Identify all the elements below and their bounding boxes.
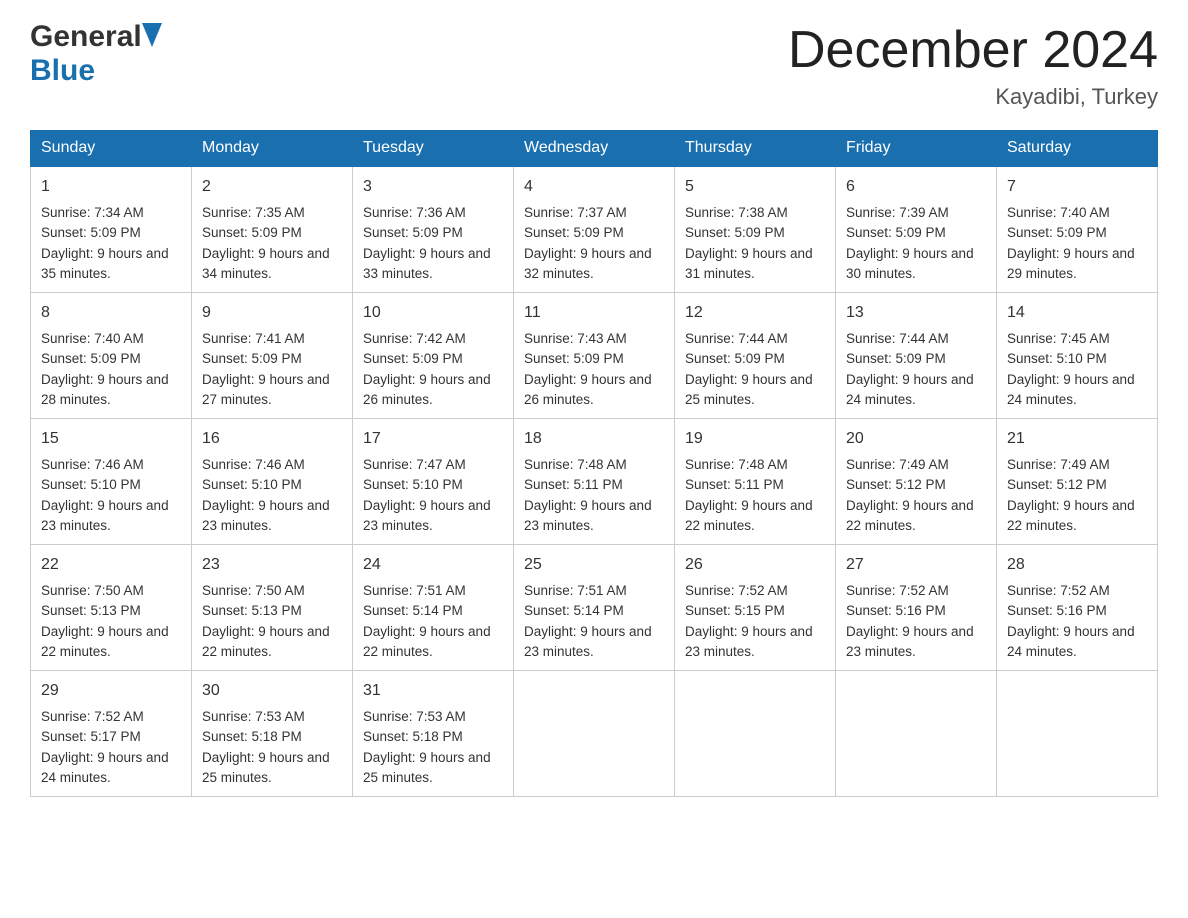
- calendar-cell: 24Sunrise: 7:51 AMSunset: 5:14 PMDayligh…: [353, 545, 514, 671]
- calendar-cell: 31Sunrise: 7:53 AMSunset: 5:18 PMDayligh…: [353, 671, 514, 797]
- calendar-cell: 5Sunrise: 7:38 AMSunset: 5:09 PMDaylight…: [675, 166, 836, 293]
- day-number: 29: [41, 679, 181, 703]
- header-monday: Monday: [192, 131, 353, 167]
- calendar-table: SundayMondayTuesdayWednesdayThursdayFrid…: [30, 130, 1158, 797]
- day-number: 24: [363, 553, 503, 577]
- day-number: 10: [363, 301, 503, 325]
- day-number: 9: [202, 301, 342, 325]
- calendar-cell: 12Sunrise: 7:44 AMSunset: 5:09 PMDayligh…: [675, 293, 836, 419]
- day-number: 27: [846, 553, 986, 577]
- day-number: 7: [1007, 175, 1147, 199]
- week-row-3: 15Sunrise: 7:46 AMSunset: 5:10 PMDayligh…: [31, 419, 1158, 545]
- calendar-cell: [836, 671, 997, 797]
- calendar-cell: 14Sunrise: 7:45 AMSunset: 5:10 PMDayligh…: [997, 293, 1158, 419]
- calendar-cell: 22Sunrise: 7:50 AMSunset: 5:13 PMDayligh…: [31, 545, 192, 671]
- day-number: 20: [846, 427, 986, 451]
- day-number: 31: [363, 679, 503, 703]
- calendar-cell: [514, 671, 675, 797]
- calendar-cell: 18Sunrise: 7:48 AMSunset: 5:11 PMDayligh…: [514, 419, 675, 545]
- day-number: 26: [685, 553, 825, 577]
- logo-blue-text: Blue: [30, 54, 95, 87]
- calendar-cell: 25Sunrise: 7:51 AMSunset: 5:14 PMDayligh…: [514, 545, 675, 671]
- week-row-1: 1Sunrise: 7:34 AMSunset: 5:09 PMDaylight…: [31, 166, 1158, 293]
- calendar-cell: 29Sunrise: 7:52 AMSunset: 5:17 PMDayligh…: [31, 671, 192, 797]
- calendar-cell: 6Sunrise: 7:39 AMSunset: 5:09 PMDaylight…: [836, 166, 997, 293]
- day-number: 13: [846, 301, 986, 325]
- day-number: 25: [524, 553, 664, 577]
- day-number: 17: [363, 427, 503, 451]
- calendar-header-row: SundayMondayTuesdayWednesdayThursdayFrid…: [31, 131, 1158, 167]
- calendar-cell: 3Sunrise: 7:36 AMSunset: 5:09 PMDaylight…: [353, 166, 514, 293]
- day-number: 4: [524, 175, 664, 199]
- calendar-cell: 7Sunrise: 7:40 AMSunset: 5:09 PMDaylight…: [997, 166, 1158, 293]
- calendar-cell: [675, 671, 836, 797]
- day-number: 21: [1007, 427, 1147, 451]
- day-number: 30: [202, 679, 342, 703]
- calendar-cell: 27Sunrise: 7:52 AMSunset: 5:16 PMDayligh…: [836, 545, 997, 671]
- day-number: 28: [1007, 553, 1147, 577]
- calendar-cell: 16Sunrise: 7:46 AMSunset: 5:10 PMDayligh…: [192, 419, 353, 545]
- calendar-cell: 30Sunrise: 7:53 AMSunset: 5:18 PMDayligh…: [192, 671, 353, 797]
- calendar-cell: 11Sunrise: 7:43 AMSunset: 5:09 PMDayligh…: [514, 293, 675, 419]
- calendar-cell: 1Sunrise: 7:34 AMSunset: 5:09 PMDaylight…: [31, 166, 192, 293]
- header-thursday: Thursday: [675, 131, 836, 167]
- day-number: 22: [41, 553, 181, 577]
- day-number: 18: [524, 427, 664, 451]
- day-number: 16: [202, 427, 342, 451]
- day-number: 14: [1007, 301, 1147, 325]
- calendar-cell: 9Sunrise: 7:41 AMSunset: 5:09 PMDaylight…: [192, 293, 353, 419]
- calendar-cell: 4Sunrise: 7:37 AMSunset: 5:09 PMDaylight…: [514, 166, 675, 293]
- calendar-cell: 13Sunrise: 7:44 AMSunset: 5:09 PMDayligh…: [836, 293, 997, 419]
- week-row-2: 8Sunrise: 7:40 AMSunset: 5:09 PMDaylight…: [31, 293, 1158, 419]
- day-number: 1: [41, 175, 181, 199]
- day-number: 23: [202, 553, 342, 577]
- day-number: 19: [685, 427, 825, 451]
- header-wednesday: Wednesday: [514, 131, 675, 167]
- calendar-cell: 17Sunrise: 7:47 AMSunset: 5:10 PMDayligh…: [353, 419, 514, 545]
- logo-general-text: General: [30, 20, 142, 54]
- day-number: 15: [41, 427, 181, 451]
- calendar-cell: 21Sunrise: 7:49 AMSunset: 5:12 PMDayligh…: [997, 419, 1158, 545]
- day-number: 8: [41, 301, 181, 325]
- header-saturday: Saturday: [997, 131, 1158, 167]
- month-title: December 2024: [788, 20, 1158, 80]
- calendar-cell: 23Sunrise: 7:50 AMSunset: 5:13 PMDayligh…: [192, 545, 353, 671]
- day-number: 5: [685, 175, 825, 199]
- calendar-cell: 19Sunrise: 7:48 AMSunset: 5:11 PMDayligh…: [675, 419, 836, 545]
- day-number: 6: [846, 175, 986, 199]
- day-number: 3: [363, 175, 503, 199]
- calendar-cell: [997, 671, 1158, 797]
- day-number: 2: [202, 175, 342, 199]
- logo: General Blue: [30, 20, 162, 88]
- calendar-cell: 26Sunrise: 7:52 AMSunset: 5:15 PMDayligh…: [675, 545, 836, 671]
- calendar-cell: 10Sunrise: 7:42 AMSunset: 5:09 PMDayligh…: [353, 293, 514, 419]
- week-row-5: 29Sunrise: 7:52 AMSunset: 5:17 PMDayligh…: [31, 671, 1158, 797]
- calendar-cell: 2Sunrise: 7:35 AMSunset: 5:09 PMDaylight…: [192, 166, 353, 293]
- header-tuesday: Tuesday: [353, 131, 514, 167]
- location-title: Kayadibi, Turkey: [788, 84, 1158, 110]
- calendar-cell: 8Sunrise: 7:40 AMSunset: 5:09 PMDaylight…: [31, 293, 192, 419]
- day-number: 11: [524, 301, 664, 325]
- week-row-4: 22Sunrise: 7:50 AMSunset: 5:13 PMDayligh…: [31, 545, 1158, 671]
- page-header: General Blue December 2024 Kayadibi, Tur…: [30, 20, 1158, 110]
- logo-arrow-icon: [142, 23, 162, 52]
- day-number: 12: [685, 301, 825, 325]
- calendar-cell: 15Sunrise: 7:46 AMSunset: 5:10 PMDayligh…: [31, 419, 192, 545]
- header-friday: Friday: [836, 131, 997, 167]
- header-sunday: Sunday: [31, 131, 192, 167]
- calendar-cell: 28Sunrise: 7:52 AMSunset: 5:16 PMDayligh…: [997, 545, 1158, 671]
- calendar-cell: 20Sunrise: 7:49 AMSunset: 5:12 PMDayligh…: [836, 419, 997, 545]
- title-area: December 2024 Kayadibi, Turkey: [788, 20, 1158, 110]
